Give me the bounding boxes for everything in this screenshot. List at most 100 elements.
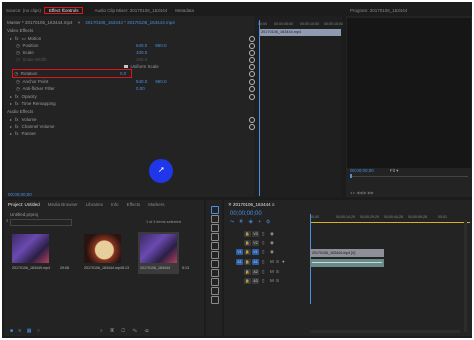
reset-icon[interactable] bbox=[249, 36, 255, 42]
thumbnail-sequence[interactable] bbox=[140, 234, 177, 263]
item-name[interactable]: 20170106_163449.mp4 bbox=[12, 266, 50, 270]
item-name[interactable]: 20170106_163444 bbox=[140, 266, 170, 270]
time-remapping-row[interactable]: fx Time Remapping bbox=[10, 100, 56, 107]
track-target[interactable]: V1 bbox=[252, 249, 259, 255]
reset-icon[interactable] bbox=[249, 43, 255, 49]
tab-menu-icon[interactable]: ≡ bbox=[62, 7, 65, 12]
slip-tool-icon[interactable] bbox=[211, 260, 219, 268]
reset-icon[interactable] bbox=[249, 50, 255, 56]
motion-transform-icon[interactable]: ▭ bbox=[22, 36, 26, 42]
reset-icon[interactable] bbox=[249, 71, 255, 77]
sync-lock-icon[interactable]: ▯ bbox=[262, 259, 264, 265]
solo-icon[interactable]: S bbox=[276, 278, 279, 283]
anchor-x-value[interactable]: 540.0 bbox=[136, 79, 147, 84]
volume-row[interactable]: fx Volume bbox=[10, 116, 37, 123]
sync-lock-icon[interactable]: ▯ bbox=[262, 249, 264, 255]
mute-icon[interactable]: M bbox=[270, 278, 274, 283]
track-lock-icon[interactable]: 🔒 bbox=[244, 278, 251, 284]
stopwatch-icon[interactable]: ◷ Anti-flicker Filter bbox=[16, 86, 136, 92]
program-playhead[interactable] bbox=[350, 174, 352, 178]
tab-libraries[interactable]: Libraries bbox=[82, 202, 107, 207]
tab-source[interactable]: Source: (no clips) bbox=[2, 8, 45, 13]
eye-icon[interactable]: ◉ bbox=[270, 240, 274, 246]
sync-lock-icon[interactable]: ▯ bbox=[262, 269, 264, 275]
reset-icon[interactable] bbox=[249, 117, 255, 123]
rate-stretch-tool-icon[interactable] bbox=[211, 242, 219, 250]
anti-flicker-value[interactable]: 0.00 bbox=[136, 86, 145, 91]
opacity-row[interactable]: fx Opacity bbox=[10, 93, 37, 100]
expand-triangle-icon[interactable] bbox=[10, 37, 12, 40]
stopwatch-icon[interactable]: ◷ Anchor Point bbox=[16, 79, 136, 85]
tab-project[interactable]: Project: Untitled bbox=[4, 202, 44, 207]
program-timecode[interactable]: 00;00;00;00 bbox=[350, 168, 374, 173]
tab-info[interactable]: Info bbox=[107, 202, 123, 207]
source-patch-v1[interactable]: V1 bbox=[236, 249, 243, 255]
track-lock-icon[interactable]: 🔒 bbox=[244, 259, 251, 265]
search-input[interactable] bbox=[10, 219, 72, 226]
stopwatch-icon[interactable]: ◷ Scale bbox=[16, 50, 136, 56]
position-x-value[interactable]: 540.0 bbox=[136, 43, 147, 48]
tab-media-browser[interactable]: Media Browser bbox=[44, 202, 82, 207]
selection-tool-icon[interactable] bbox=[211, 206, 219, 214]
reset-icon[interactable] bbox=[249, 57, 255, 63]
track-lock-icon[interactable]: 🔒 bbox=[244, 249, 251, 255]
solo-icon[interactable]: S bbox=[276, 269, 279, 274]
track-select-tool-icon[interactable] bbox=[211, 215, 219, 223]
project-bottom-toolbar[interactable]: ■ ≡ ▦ ○ bbox=[10, 328, 42, 334]
slide-tool-icon[interactable] bbox=[211, 269, 219, 277]
motion-row[interactable]: fx ▭ Motion bbox=[10, 35, 41, 42]
rotation-value[interactable]: 0.0 bbox=[120, 71, 126, 76]
track-target[interactable]: A1 bbox=[252, 259, 259, 265]
track-target[interactable]: A3 bbox=[252, 278, 259, 284]
expand-triangle-icon[interactable] bbox=[10, 95, 12, 98]
project-action-icons[interactable]: ⌕ ▣ ▢ ✎ ⌫ bbox=[100, 328, 152, 334]
hand-tool-icon[interactable] bbox=[211, 287, 219, 295]
expand-triangle-icon[interactable] bbox=[10, 118, 12, 121]
stopwatch-icon[interactable]: ◷ Rotation bbox=[13, 71, 120, 77]
video-clip[interactable]: 20170106_163444.mp4 [V] bbox=[310, 249, 384, 257]
tab-sequence[interactable]: ✕ 20170106_163444 ≡ bbox=[224, 202, 278, 208]
reset-icon[interactable] bbox=[249, 124, 255, 130]
tab-audio-clip-mixer[interactable]: Audio Clip Mixer: 20170106_163444 bbox=[90, 8, 171, 13]
program-scrubber[interactable] bbox=[350, 176, 468, 177]
scale-value[interactable]: 100.0 bbox=[136, 50, 147, 55]
ec-playhead[interactable] bbox=[259, 20, 260, 196]
item-name[interactable]: 20170106_163444.mp4 bbox=[84, 266, 122, 270]
pen-tool-icon[interactable] bbox=[211, 278, 219, 286]
tab-effects[interactable]: Effects bbox=[123, 202, 145, 207]
tab-metadata[interactable]: Metadata bbox=[171, 8, 198, 13]
reset-icon[interactable] bbox=[249, 86, 255, 92]
timeline-horizontal-scrollbar[interactable] bbox=[310, 330, 460, 333]
reset-icon[interactable] bbox=[249, 79, 255, 85]
mute-icon[interactable]: M bbox=[270, 259, 274, 264]
expand-triangle-icon[interactable] bbox=[10, 132, 12, 135]
sequence-clip-label[interactable]: 20170106_163444 * 20170106_163444.mp4 bbox=[85, 20, 174, 25]
sync-lock-icon[interactable]: ▯ bbox=[262, 278, 264, 284]
source-patch-a1[interactable]: A1 bbox=[236, 259, 243, 265]
eye-icon[interactable]: ◉ bbox=[270, 231, 274, 237]
ec-clip-bar[interactable]: 20170106_163444.mp4 bbox=[259, 29, 341, 36]
rolling-edit-tool-icon[interactable] bbox=[211, 233, 219, 241]
track-lock-icon[interactable]: 🔒 bbox=[244, 231, 251, 237]
mute-icon[interactable]: M bbox=[270, 269, 274, 274]
timeline-vertical-scrollbar[interactable] bbox=[464, 220, 467, 332]
master-clip-label[interactable]: Master * 20170106_163444.mp4 bbox=[7, 20, 73, 25]
program-title[interactable]: Program: 20170106_163444 bbox=[346, 8, 411, 13]
program-transport-icons[interactable]: ◂ ▸ ◀◀ ▶ ▶▶ bbox=[350, 190, 374, 195]
stopwatch-icon[interactable]: ◷ Position bbox=[16, 43, 136, 49]
track-target[interactable]: V2 bbox=[252, 240, 259, 246]
zoom-tool-icon[interactable] bbox=[211, 296, 219, 304]
tab-markers[interactable]: Markers bbox=[144, 202, 168, 207]
reset-icon[interactable] bbox=[249, 94, 255, 100]
solo-icon[interactable]: S bbox=[276, 259, 279, 264]
track-lock-icon[interactable]: 🔒 bbox=[244, 269, 251, 275]
timeline-timecode[interactable]: 00;00;00;00 bbox=[230, 211, 262, 217]
program-fit-dropdown[interactable]: Fit ▾ bbox=[390, 168, 399, 174]
scale-width-value[interactable]: 100.0 bbox=[136, 57, 147, 62]
eye-icon[interactable]: ◉ bbox=[270, 249, 274, 255]
stopwatch-icon[interactable]: ◷ Scale Width bbox=[16, 57, 136, 63]
channel-volume-row[interactable]: fx Channel Volume bbox=[10, 123, 55, 130]
reset-icon[interactable] bbox=[249, 64, 255, 70]
expand-triangle-icon[interactable] bbox=[10, 125, 12, 128]
program-viewer[interactable] bbox=[347, 18, 471, 168]
